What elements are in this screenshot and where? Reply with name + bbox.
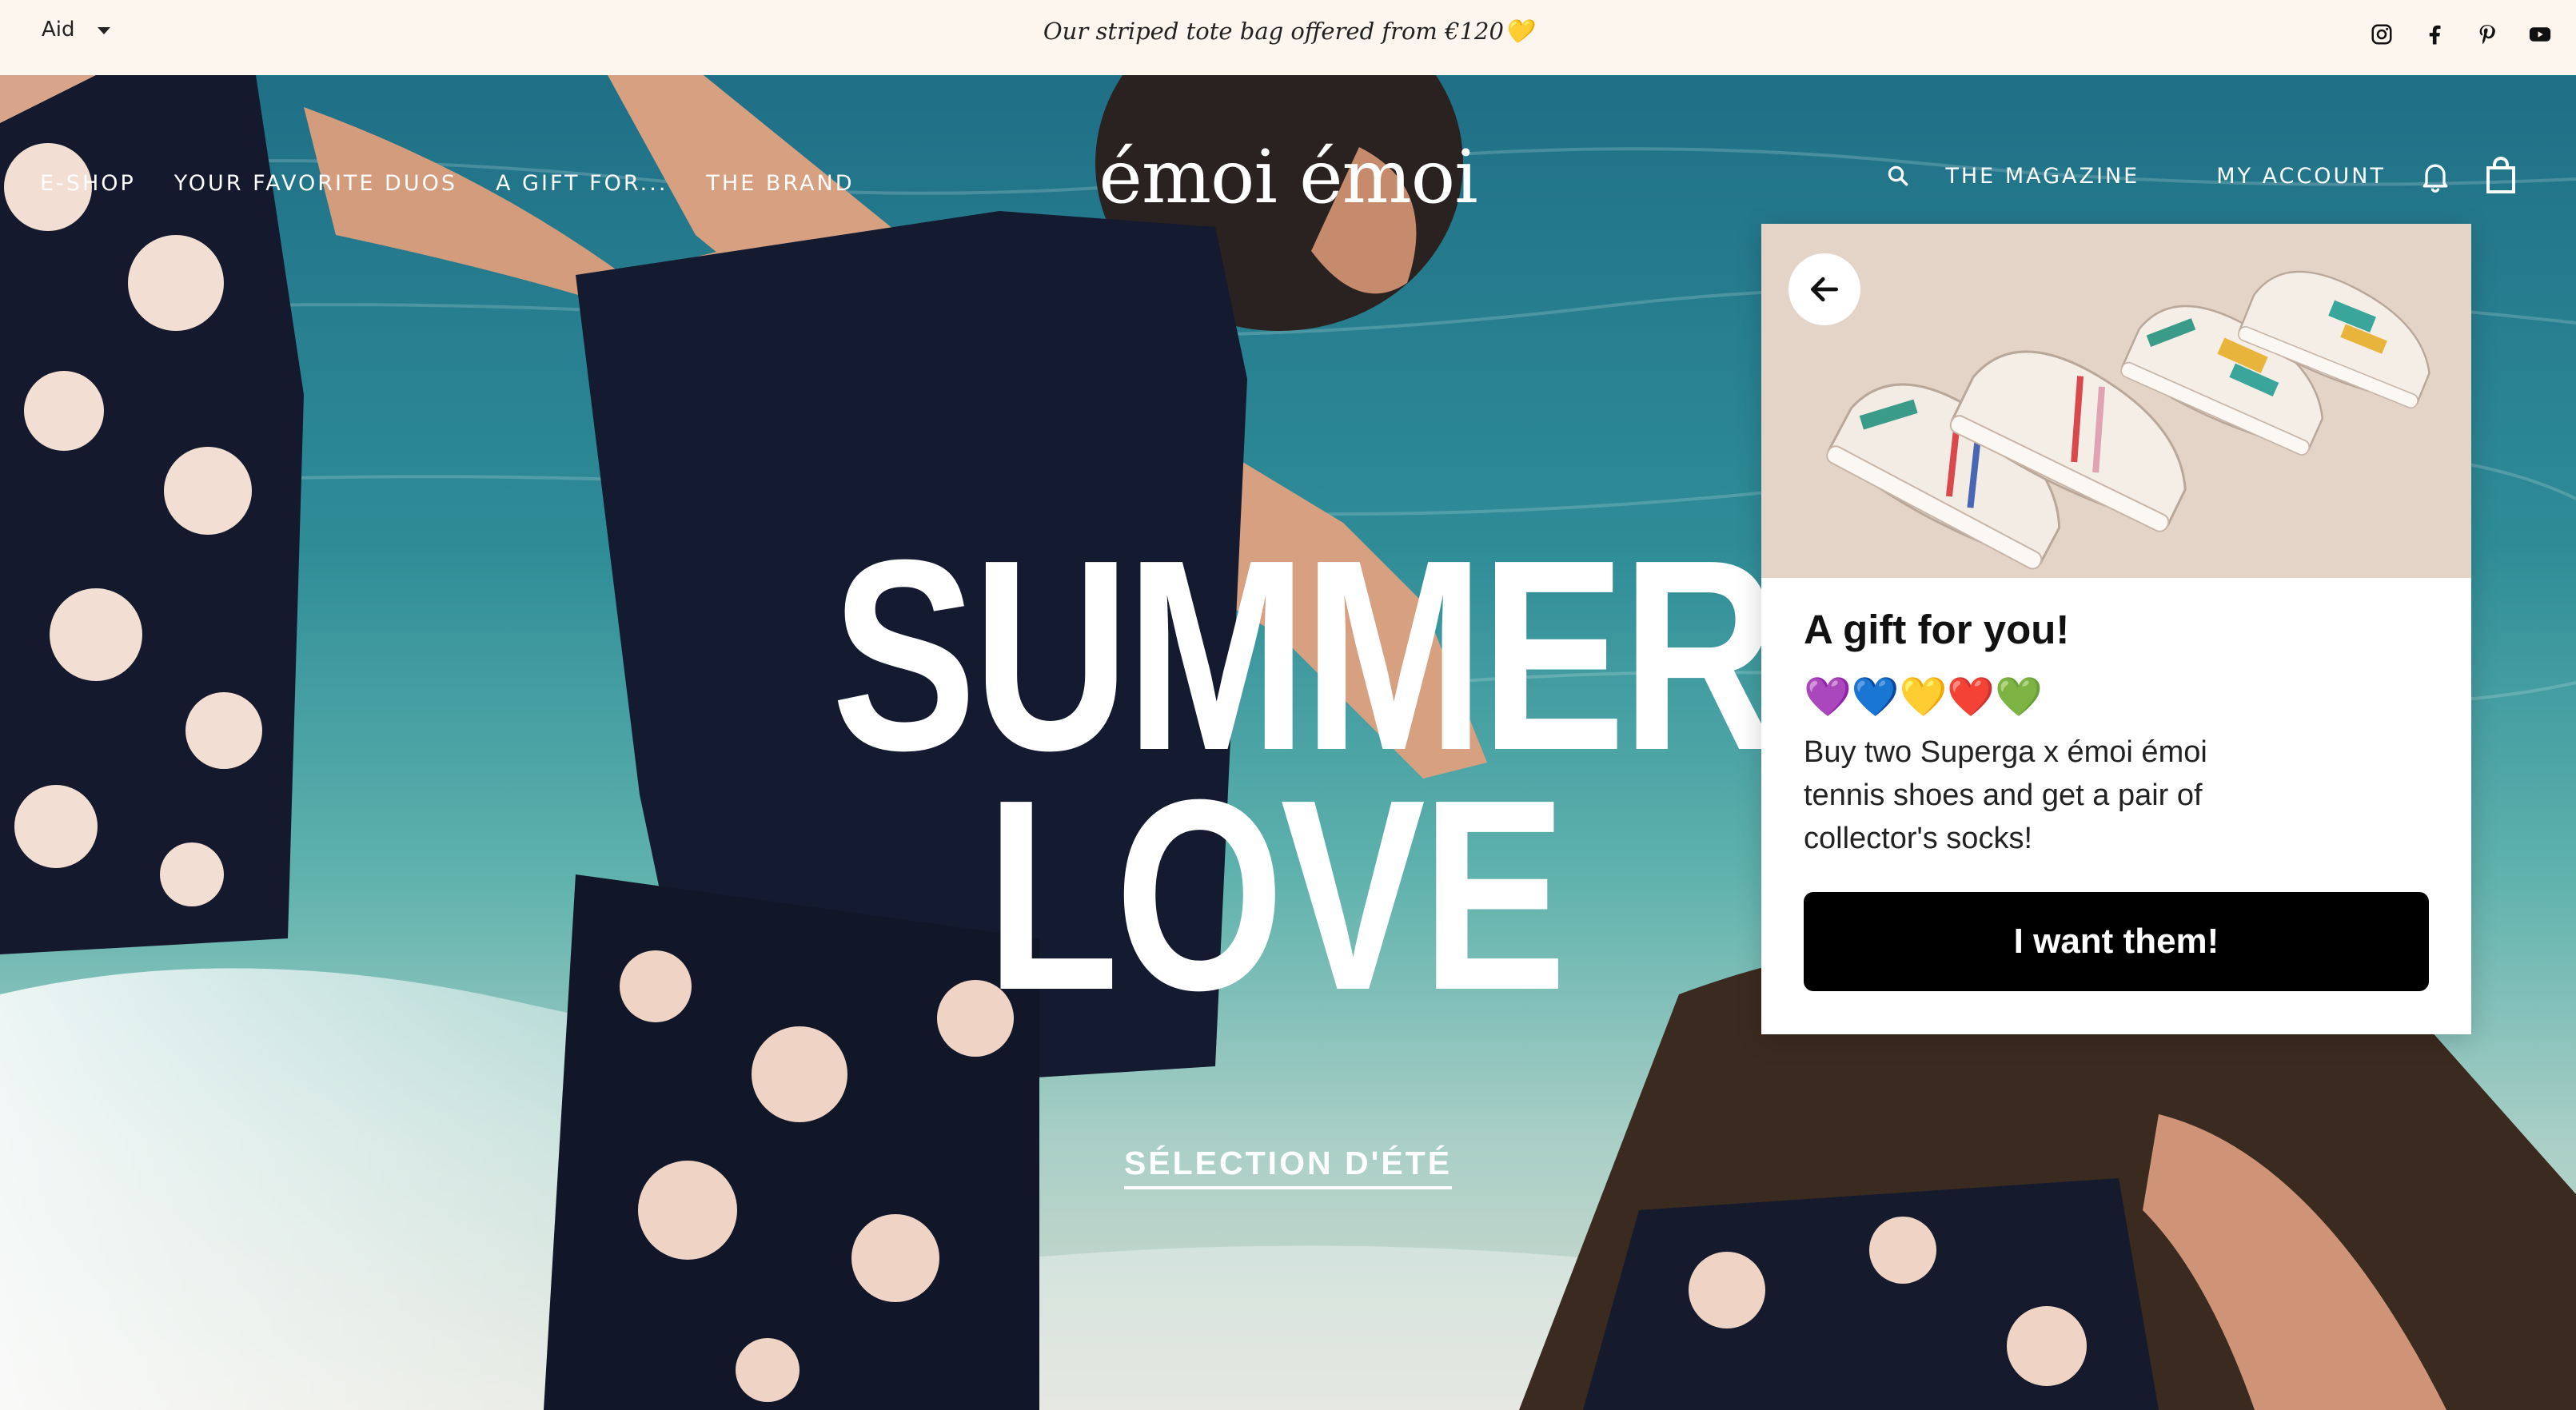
search-icon[interactable] — [1886, 164, 1910, 188]
facebook-icon[interactable] — [2422, 22, 2446, 46]
popup-title: A gift for you! — [1804, 607, 2070, 652]
gift-popup: A gift for you! 💜💙💛❤️💚 Buy two Superga x… — [1761, 224, 2471, 1034]
nav-item-magazine[interactable]: THE MAGAZINE — [1945, 164, 2139, 189]
arrow-left-icon — [1810, 277, 1839, 302]
announcement-bar: Aid Our striped tote bag offered from €1… — [0, 0, 2576, 75]
summer-selection-link[interactable]: SÉLECTION D'ÉTÉ — [1123, 1145, 1453, 1189]
promo-text[interactable]: Our striped tote bag offered from €120💛 — [0, 18, 2576, 46]
sneakers-illustration — [1761, 224, 2471, 578]
hero-headline: SUMMER LOVE — [720, 504, 1839, 1047]
sneakers-image — [1761, 224, 2471, 578]
instagram-icon[interactable] — [2370, 22, 2394, 46]
hero-headline-line2: LOVE — [986, 743, 1566, 1047]
bell-icon[interactable] — [2418, 158, 2453, 193]
hearts-emoji: 💜💙💛❤️💚 — [1804, 675, 2043, 719]
pinterest-icon[interactable] — [2475, 22, 2499, 46]
hero-headline-line1: SUMMER — [831, 504, 1779, 807]
back-button[interactable] — [1788, 253, 1860, 325]
shopping-bag-icon[interactable] — [2485, 157, 2517, 195]
popup-description: Buy two Superga x émoi émoi tennis shoes… — [1804, 735, 2207, 855]
header-actions: THE MAGAZINE MY ACCOUNT — [1886, 157, 2517, 195]
hero-cta: SÉLECTION D'ÉTÉ — [0, 1145, 2576, 1189]
nav-item-account[interactable]: MY ACCOUNT — [2216, 164, 2386, 189]
youtube-icon[interactable] — [2528, 22, 2552, 46]
social-links — [2370, 22, 2552, 46]
i-want-them-button[interactable]: I want them! — [1804, 892, 2429, 991]
